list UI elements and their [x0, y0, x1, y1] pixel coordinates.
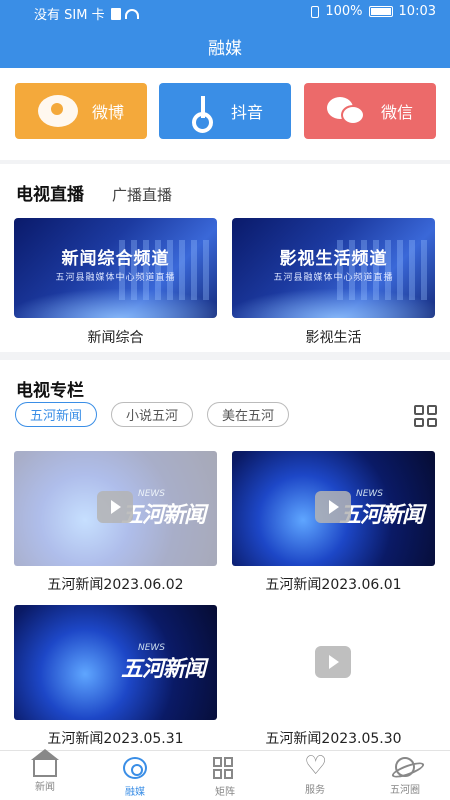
bottom-nav: 新闻 融媒 矩阵 服务 五河圈 [0, 749, 450, 800]
column-filter: 五河新闻 小说五河 美在五河 [15, 402, 290, 427]
video-title: 五河新闻2023.06.02 [47, 577, 184, 593]
video-title: 五河新闻2023.05.30 [265, 731, 402, 747]
channel-label: 新闻综合 [87, 330, 144, 346]
banner-title: 影视生活频道 [279, 249, 388, 269]
wifi-icon [124, 8, 139, 19]
channel-banner: 影视生活频道 五河县融媒体中心频道直播 [232, 218, 435, 318]
nav-item-matrix[interactable]: 矩阵 [180, 751, 270, 800]
nav-label: 融媒 [125, 787, 145, 798]
banner-subtitle: 五河县融媒体中心频道直播 [273, 273, 394, 283]
battery-icon [368, 6, 393, 17]
live-section: 电视直播 广播直播 新闻综合频道 五河县融媒体中心频道直播 新闻综合 影视生活频… [0, 164, 450, 352]
weibo-icon [37, 95, 78, 127]
tv-column-section: 电视专栏 五河新闻 小说五河 美在五河 NEWS 五河新闻 五河新闻2023.0… [0, 360, 450, 750]
play-icon[interactable] [97, 491, 133, 523]
tab-radio-live[interactable]: 广播直播 [112, 184, 172, 205]
video-card[interactable]: NEWS 五河新闻 五河新闻2023.05.31 [14, 605, 217, 748]
nav-label: 服务 [305, 785, 325, 796]
channel-banner: 新闻综合频道 五河县融媒体中心频道直播 [14, 218, 217, 318]
video-title: 五河新闻2023.06.01 [265, 577, 402, 593]
douyin-label: 抖音 [230, 103, 263, 122]
wechat-icon [326, 95, 367, 127]
column-header: 电视专栏 [16, 376, 84, 401]
heart-icon [304, 751, 327, 781]
nav-label: 矩阵 [215, 787, 235, 798]
banner-subtitle: 五河县融媒体中心频道直播 [55, 273, 176, 283]
banner-title: 新闻综合频道 [61, 249, 170, 269]
grid-view-icon[interactable] [414, 405, 438, 427]
weibo-button[interactable]: 微博 [15, 83, 147, 139]
status-bar: 没有 SIM 卡 100% 10:03 [0, 0, 450, 26]
clock: 10:03 [398, 4, 436, 19]
douyin-button[interactable]: 抖音 [159, 83, 291, 139]
nav-item-service[interactable]: 服务 [270, 751, 360, 800]
video-thumbnail: NEWS 五河新闻 [14, 605, 217, 720]
pill-beauty-wuhe[interactable]: 美在五河 [207, 402, 290, 427]
channel-card-news[interactable]: 新闻综合频道 五河县融媒体中心频道直播 新闻综合 [14, 218, 217, 347]
video-card[interactable]: 五河新闻2023.05.30 [232, 605, 435, 748]
play-icon[interactable] [315, 491, 351, 523]
video-card[interactable]: NEWS 五河新闻 五河新闻2023.06.01 [232, 451, 435, 594]
play-icon[interactable] [315, 646, 351, 678]
nav-item-media[interactable]: 融媒 [90, 751, 180, 800]
section-title: 电视专栏 [16, 381, 84, 401]
page-title: 融媒 [208, 39, 242, 59]
video-title: 五河新闻2023.05.31 [47, 731, 184, 747]
nav-label: 新闻 [35, 782, 55, 793]
tiktok-icon [187, 94, 217, 133]
wechat-label: 微信 [380, 103, 413, 122]
video-card[interactable]: NEWS 五河新闻 五河新闻2023.06.02 [14, 451, 217, 594]
app-header: 没有 SIM 卡 100% 10:03 融媒 [0, 0, 450, 68]
matrix-icon [213, 757, 237, 779]
weibo-label: 微博 [91, 103, 124, 122]
channel-card-film[interactable]: 影视生活频道 五河县融媒体中心频道直播 影视生活 [232, 218, 435, 347]
planet-icon [395, 757, 415, 777]
nav-item-news[interactable]: 新闻 [0, 749, 90, 800]
tab-tv-live[interactable]: 电视直播 [16, 180, 84, 205]
media-icon [123, 757, 147, 779]
battery-percent: 100% [325, 4, 363, 19]
vibrate-icon [311, 5, 320, 18]
social-links: 微博 抖音 微信 [0, 68, 450, 160]
nav-label: 五河圈 [390, 785, 420, 796]
nav-item-circle[interactable]: 五河圈 [360, 751, 450, 800]
carrier-text: 没有 SIM 卡 [34, 8, 105, 23]
pill-wuhe-news[interactable]: 五河新闻 [15, 402, 98, 427]
live-tabs: 电视直播 广播直播 [16, 180, 172, 205]
wechat-button[interactable]: 微信 [304, 83, 436, 139]
channel-label: 影视生活 [305, 330, 362, 346]
sim-icon [110, 7, 121, 20]
home-icon [31, 749, 59, 777]
pill-novel-wuhe[interactable]: 小说五河 [111, 402, 194, 427]
